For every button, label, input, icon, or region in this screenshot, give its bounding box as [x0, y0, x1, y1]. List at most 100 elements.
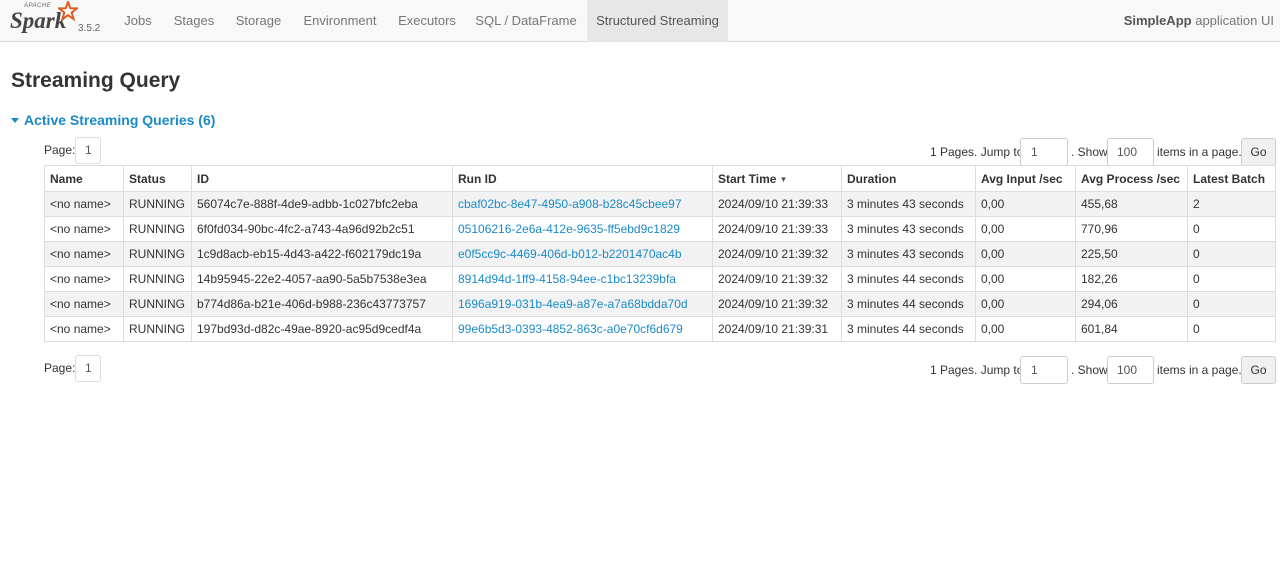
- cell-latest-batch: 0: [1187, 316, 1276, 342]
- cell-name: <no name>: [44, 241, 124, 267]
- cell-avg-input: 0,00: [975, 216, 1076, 242]
- cell-status: RUNNING: [123, 291, 192, 317]
- jump-to-page-input[interactable]: [1020, 356, 1068, 384]
- run-id-link[interactable]: 99e6b5d3-0393-4852-863c-a0e70cf6d679: [458, 322, 683, 336]
- run-id-link[interactable]: cbaf02bc-8e47-4950-a908-b28c45cbee97: [458, 197, 682, 211]
- cell-latest-batch: 0: [1187, 216, 1276, 242]
- spark-version: 3.5.2: [78, 23, 101, 34]
- cell-run-id: 1696a919-031b-4ea9-a87e-a7a68bdda70d: [452, 291, 713, 317]
- cell-avg-input: 0,00: [975, 266, 1076, 292]
- pages-text: 1 Pages. Jump to: [930, 145, 1024, 159]
- run-id-link[interactable]: 05106216-2e6a-412e-9635-ff5ebd9c1829: [458, 222, 680, 236]
- tab-jobs[interactable]: Jobs: [113, 0, 163, 42]
- cell-duration: 3 minutes 44 seconds: [841, 316, 976, 342]
- cell-id: 56074c7e-888f-4de9-adbb-1c027bfc2eba: [191, 191, 453, 217]
- header-start-time[interactable]: Start Time ▼: [712, 165, 842, 192]
- cell-status: RUNNING: [123, 266, 192, 292]
- section-title-text: Active Streaming Queries (6): [24, 112, 216, 128]
- cell-id: 6f0fd034-90bc-4fc2-a743-4a96d92b2c51: [191, 216, 453, 242]
- page-size-input[interactable]: [1107, 356, 1154, 384]
- app-name-suffix: application UI: [1195, 13, 1274, 28]
- jump-to-page-input[interactable]: [1020, 138, 1068, 166]
- cell-avg-process: 601,84: [1075, 316, 1188, 342]
- cell-name: <no name>: [44, 291, 124, 317]
- header-status[interactable]: Status: [123, 165, 192, 192]
- page-label: Page:: [44, 361, 76, 375]
- cell-start-time: 2024/09/10 21:39:32: [712, 266, 842, 292]
- cell-run-id: e0f5cc9c-4469-406d-b012-b2201470ac4b: [452, 241, 713, 267]
- cell-avg-input: 0,00: [975, 241, 1076, 267]
- cell-name: <no name>: [44, 316, 124, 342]
- cell-name: <no name>: [44, 191, 124, 217]
- table-row: <no name> RUNNING 1c9d8acb-eb15-4d43-a42…: [44, 241, 1276, 267]
- spark-star-icon: [58, 1, 78, 21]
- cell-avg-process: 770,96: [1075, 216, 1188, 242]
- show-text: . Show: [1071, 363, 1108, 377]
- spark-logo[interactable]: APACHE Spark 3.5.2: [8, 1, 108, 40]
- active-queries-toggle[interactable]: Active Streaming Queries (6): [11, 112, 215, 128]
- cell-start-time: 2024/09/10 21:39:33: [712, 216, 842, 242]
- cell-name: <no name>: [44, 266, 124, 292]
- app-name: SimpleApp application UI: [1124, 0, 1274, 42]
- cell-latest-batch: 0: [1187, 241, 1276, 267]
- cell-start-time: 2024/09/10 21:39:32: [712, 291, 842, 317]
- header-avg-input[interactable]: Avg Input /sec: [975, 165, 1076, 192]
- run-id-link[interactable]: e0f5cc9c-4469-406d-b012-b2201470ac4b: [458, 247, 682, 261]
- header-id[interactable]: ID: [191, 165, 453, 192]
- caret-down-icon: [11, 118, 19, 123]
- tab-stages[interactable]: Stages: [163, 0, 225, 42]
- pages-text: 1 Pages. Jump to: [930, 363, 1024, 377]
- tab-sql-dataframe[interactable]: SQL / DataFrame: [466, 0, 586, 42]
- cell-duration: 3 minutes 43 seconds: [841, 241, 976, 267]
- cell-run-id: 05106216-2e6a-412e-9635-ff5ebd9c1829: [452, 216, 713, 242]
- header-avg-process[interactable]: Avg Process /sec: [1075, 165, 1188, 192]
- tab-storage[interactable]: Storage: [225, 0, 292, 42]
- cell-avg-input: 0,00: [975, 191, 1076, 217]
- table-row: <no name> RUNNING 56074c7e-888f-4de9-adb…: [44, 191, 1276, 217]
- header-latest-batch[interactable]: Latest Batch: [1187, 165, 1276, 192]
- items-text: items in a page.: [1157, 363, 1242, 377]
- table-row: <no name> RUNNING 14b95945-22e2-4057-aa9…: [44, 266, 1276, 292]
- cell-run-id: 99e6b5d3-0393-4852-863c-a0e70cf6d679: [452, 316, 713, 342]
- tab-executors[interactable]: Executors: [388, 0, 466, 42]
- run-id-link[interactable]: 1696a919-031b-4ea9-a87e-a7a68bdda70d: [458, 297, 688, 311]
- cell-latest-batch: 0: [1187, 291, 1276, 317]
- tab-environment[interactable]: Environment: [292, 0, 388, 42]
- tab-structured-streaming[interactable]: Structured Streaming: [587, 0, 728, 42]
- page-number-button[interactable]: 1: [75, 137, 101, 164]
- items-text: items in a page.: [1157, 145, 1242, 159]
- header-name[interactable]: Name: [44, 165, 124, 192]
- table-row: <no name> RUNNING b774d86a-b21e-406d-b98…: [44, 291, 1276, 317]
- cell-duration: 3 minutes 43 seconds: [841, 216, 976, 242]
- cell-start-time: 2024/09/10 21:39:32: [712, 241, 842, 267]
- cell-duration: 3 minutes 44 seconds: [841, 266, 976, 292]
- cell-status: RUNNING: [123, 216, 192, 242]
- cell-run-id: 8914d94d-1ff9-4158-94ee-c1bc13239bfa: [452, 266, 713, 292]
- go-button[interactable]: Go: [1241, 356, 1276, 384]
- cell-avg-process: 182,26: [1075, 266, 1188, 292]
- run-id-link[interactable]: 8914d94d-1ff9-4158-94ee-c1bc13239bfa: [458, 272, 676, 286]
- table-header-row: Name Status ID Run ID Start Time ▼ Durati…: [44, 165, 1276, 192]
- page-number-button[interactable]: 1: [75, 355, 101, 382]
- go-button[interactable]: Go: [1241, 138, 1276, 166]
- cell-id: 197bd93d-d82c-49ae-8920-ac95d9cedf4a: [191, 316, 453, 342]
- cell-duration: 3 minutes 43 seconds: [841, 191, 976, 217]
- pagination-top: Page: 1 1 Pages. Jump to . Show items in…: [0, 137, 1280, 166]
- page-label: Page:: [44, 143, 76, 157]
- show-text: . Show: [1071, 145, 1108, 159]
- page-title: Streaming Query: [11, 69, 181, 92]
- cell-status: RUNNING: [123, 241, 192, 267]
- table-row: <no name> RUNNING 197bd93d-d82c-49ae-892…: [44, 316, 1276, 342]
- cell-status: RUNNING: [123, 191, 192, 217]
- header-run-id[interactable]: Run ID: [452, 165, 713, 192]
- page-size-input[interactable]: [1107, 138, 1154, 166]
- cell-start-time: 2024/09/10 21:39:33: [712, 191, 842, 217]
- app-name-bold: SimpleApp: [1123, 13, 1192, 28]
- cell-id: b774d86a-b21e-406d-b988-236c43773757: [191, 291, 453, 317]
- table-row: <no name> RUNNING 6f0fd034-90bc-4fc2-a74…: [44, 216, 1276, 242]
- cell-start-time: 2024/09/10 21:39:31: [712, 316, 842, 342]
- sort-desc-icon: ▼: [779, 174, 788, 184]
- header-duration[interactable]: Duration: [841, 165, 976, 192]
- cell-avg-process: 294,06: [1075, 291, 1188, 317]
- header-start-time-label: Start Time: [718, 171, 777, 186]
